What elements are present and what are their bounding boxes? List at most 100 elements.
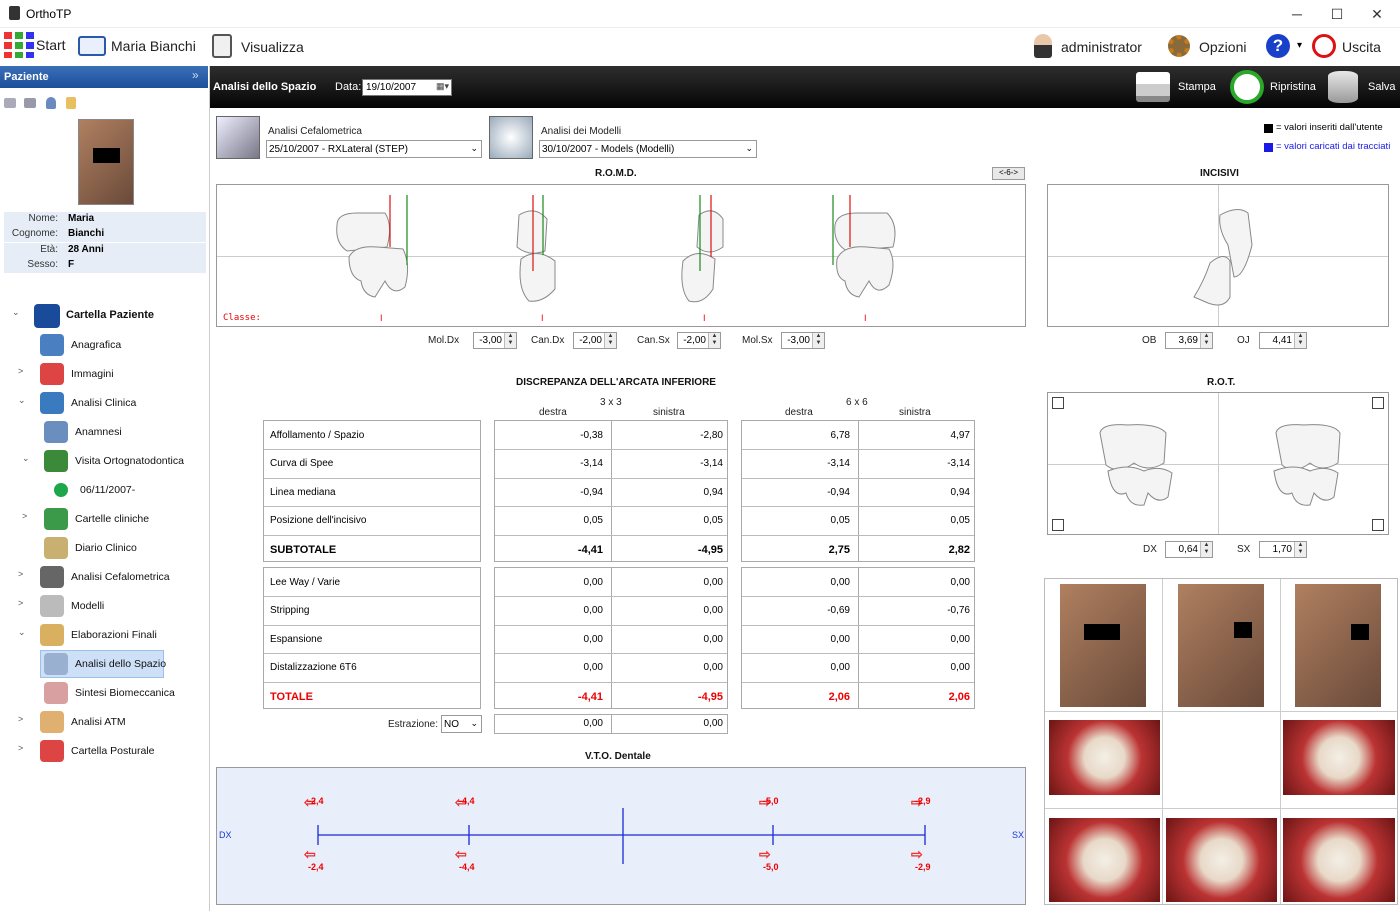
tree-expander-icon[interactable]: > xyxy=(18,598,23,608)
tree-item-cartella-posturale[interactable]: > Cartella Posturale xyxy=(0,740,206,762)
view-menu[interactable]: Visualizza xyxy=(210,32,310,60)
photo-intraoral-right[interactable] xyxy=(1049,818,1160,902)
romd-toggle-button[interactable]: <-6-> xyxy=(992,167,1025,180)
oj-spinner[interactable]: 4,41 ▲ ▼ xyxy=(1259,332,1307,349)
tree-item-analisi-clinica[interactable]: ⌄ Analisi Clinica xyxy=(0,392,206,414)
tree-expander-icon[interactable]: > xyxy=(18,366,23,376)
rot-dx-spinner[interactable]: 0,64 ▲ ▼ xyxy=(1165,541,1213,558)
ceph-thumbnail[interactable] xyxy=(216,116,260,159)
tree-item-diario-clinico[interactable]: Diario Clinico xyxy=(0,537,206,559)
spinner-arrows-icon[interactable]: ▲ ▼ xyxy=(1294,542,1306,557)
romd-field-spinner[interactable]: -3,00 ▲ ▼ xyxy=(781,332,825,349)
options-menu[interactable]: Opzioni xyxy=(1166,32,1256,60)
tree-item-immagini[interactable]: > Immagini xyxy=(0,363,206,385)
restore-button[interactable]: Ripristina xyxy=(1226,68,1318,106)
info-key: Sesso: xyxy=(27,259,58,270)
estrazione-select[interactable]: NO ⌄ xyxy=(441,715,482,733)
tree-item-sintesi-biomeccanica[interactable]: Sintesi Biomeccanica xyxy=(0,682,206,704)
spinner-arrows-icon[interactable]: ▲ ▼ xyxy=(504,333,516,348)
discrepanza-3x3-rows2: 0,00 0,00 0,00 0,00 0,00 0,00 0,00 0,00 -4,41 -4,… xyxy=(494,567,728,709)
estrazione-value: NO xyxy=(444,719,459,730)
spinner-arrows-icon[interactable]: ▲ ▼ xyxy=(604,333,616,348)
visualize-icon xyxy=(212,34,232,58)
patient-info-row: Nome: Maria xyxy=(4,212,206,227)
tree-expander-icon[interactable]: ⌄ xyxy=(12,307,20,318)
exit-menu[interactable]: Uscita xyxy=(1311,32,1391,60)
ob-spinner[interactable]: 3,69 ▲ ▼ xyxy=(1165,332,1213,349)
tree-item-label: Analisi dello Spazio xyxy=(75,658,167,670)
tree-expander-icon[interactable]: > xyxy=(22,511,27,521)
col-destra-2: destra xyxy=(785,407,813,418)
tree-item-anamnesi[interactable]: Anamnesi xyxy=(0,421,206,443)
tree-expander-icon[interactable]: ⌄ xyxy=(18,395,26,406)
tree-item-analisi-atm[interactable]: > Analisi ATM xyxy=(0,711,206,733)
tree-item-elaborazioni-finali[interactable]: ⌄ Elaborazioni Finali xyxy=(0,624,206,646)
rot-checkbox-bl[interactable] xyxy=(1052,519,1064,531)
discrepanza-value: 0,00 xyxy=(950,577,970,588)
romd-field-value: -2,00 xyxy=(579,335,602,346)
tree-item-cartella-paziente[interactable]: ⌄ Cartella Paziente xyxy=(0,304,206,328)
date-picker[interactable]: 19/10/2007 ▦▾ xyxy=(362,79,452,96)
photo-intraoral-left[interactable] xyxy=(1283,818,1395,902)
romd-field-spinner[interactable]: -2,00 ▲ ▼ xyxy=(573,332,617,349)
photo-upper-occlusal[interactable] xyxy=(1049,720,1160,795)
tree-item-modelli[interactable]: > Modelli xyxy=(0,595,206,617)
tree-expander-icon[interactable]: ⌄ xyxy=(18,627,26,638)
tree-item-06-11-2007-[interactable]: 06/11/2007- xyxy=(0,479,206,501)
ceph-select[interactable]: 25/10/2007 - RXLateral (STEP) ⌄ xyxy=(266,140,482,158)
title-bar xyxy=(0,0,1400,28)
romd-field-spinner[interactable]: -2,00 ▲ ▼ xyxy=(677,332,721,349)
spinner-arrows-icon[interactable]: ▲ ▼ xyxy=(1200,333,1212,348)
rot-checkbox-br[interactable] xyxy=(1372,519,1384,531)
tree-item-anagrafica[interactable]: Anagrafica xyxy=(0,334,206,356)
discrepanza-value: 0,00 xyxy=(703,662,723,674)
arrow-left-icon: ⇦ xyxy=(455,846,467,862)
rot-checkbox-tr[interactable] xyxy=(1372,397,1384,409)
rot-checkbox-tl[interactable] xyxy=(1052,397,1064,409)
user-menu[interactable]: administrator xyxy=(1030,32,1150,60)
discrepanza-value: 0,05 xyxy=(583,515,603,527)
spinner-arrows-icon[interactable]: ▲ ▼ xyxy=(1200,542,1212,557)
tree-item-analisi-cefalometrica[interactable]: > Analisi Cefalometrica xyxy=(0,566,206,588)
vto-panel: DX SX ⇦ -2,4 ⇦ -2,4 ⇦ -4,4 ⇦ -4,4 ⇨ -5,0 ⇨ -5,0 ⇨ -2,… xyxy=(216,767,1026,905)
print-button[interactable]: Stampa xyxy=(1134,68,1220,106)
close-button[interactable]: ✕ xyxy=(1354,0,1400,28)
legend-user-text: = valori inseriti dall'utente xyxy=(1276,122,1383,133)
tree-expander-icon[interactable]: > xyxy=(18,714,23,724)
tree-expander-icon[interactable]: ⌄ xyxy=(22,453,30,464)
note-small-icon[interactable] xyxy=(66,97,76,109)
models-thumbnail[interactable] xyxy=(489,116,533,159)
scan-small-icon[interactable] xyxy=(24,98,36,108)
discrepanza-value: 0,94 xyxy=(950,486,970,498)
patient-info-row: Sesso: F xyxy=(4,258,206,273)
tree-item-cartelle-cliniche[interactable]: > Cartelle cliniche xyxy=(0,508,206,530)
help-menu[interactable]: ? ▾ xyxy=(1264,32,1310,60)
tree-expander-icon[interactable]: > xyxy=(18,743,23,753)
tree-item-analisi-dello-spazio[interactable]: Analisi dello Spazio xyxy=(0,650,206,678)
tree-item-label: Analisi ATM xyxy=(71,716,126,728)
tree-expander-icon[interactable]: > xyxy=(18,569,23,579)
spinner-arrows-icon[interactable]: ▲ ▼ xyxy=(812,333,824,348)
photo-lower-occlusal[interactable] xyxy=(1283,720,1395,795)
spinner-arrows-icon[interactable]: ▲ ▼ xyxy=(1294,333,1306,348)
info-key: Età: xyxy=(40,244,58,255)
collapse-chevron-icon[interactable]: » xyxy=(192,68,199,82)
models-select[interactable]: 30/10/2007 - Models (Modelli) ⌄ xyxy=(539,140,757,158)
photo-frontal[interactable] xyxy=(1060,584,1146,707)
photo-intraoral-front[interactable] xyxy=(1166,818,1277,902)
photo-profile-left[interactable] xyxy=(1295,584,1381,707)
romd-field-spinner[interactable]: -3,00 ▲ ▼ xyxy=(473,332,517,349)
romd-field-label: Can.Sx xyxy=(637,335,670,346)
rot-sx-spinner[interactable]: 1,70 ▲ ▼ xyxy=(1259,541,1307,558)
print-small-icon[interactable] xyxy=(4,98,16,108)
patient-menu[interactable]: Maria Bianchi xyxy=(78,34,198,60)
person-small-icon[interactable] xyxy=(46,97,56,109)
photo-profile-right[interactable] xyxy=(1178,584,1264,707)
ceph-select-value: 25/10/2007 - RXLateral (STEP) xyxy=(269,144,408,155)
spinner-arrows-icon[interactable]: ▲ ▼ xyxy=(708,333,720,348)
tree-item-visita-ortognatodontica[interactable]: ⌄ Visita Ortognatodontica xyxy=(0,450,206,472)
start-menu[interactable]: Start xyxy=(4,32,68,60)
estrazione-label: Estrazione: xyxy=(388,719,439,730)
save-button[interactable]: Salva xyxy=(1326,68,1396,106)
discrepanza-value: 0,00 xyxy=(703,605,723,617)
